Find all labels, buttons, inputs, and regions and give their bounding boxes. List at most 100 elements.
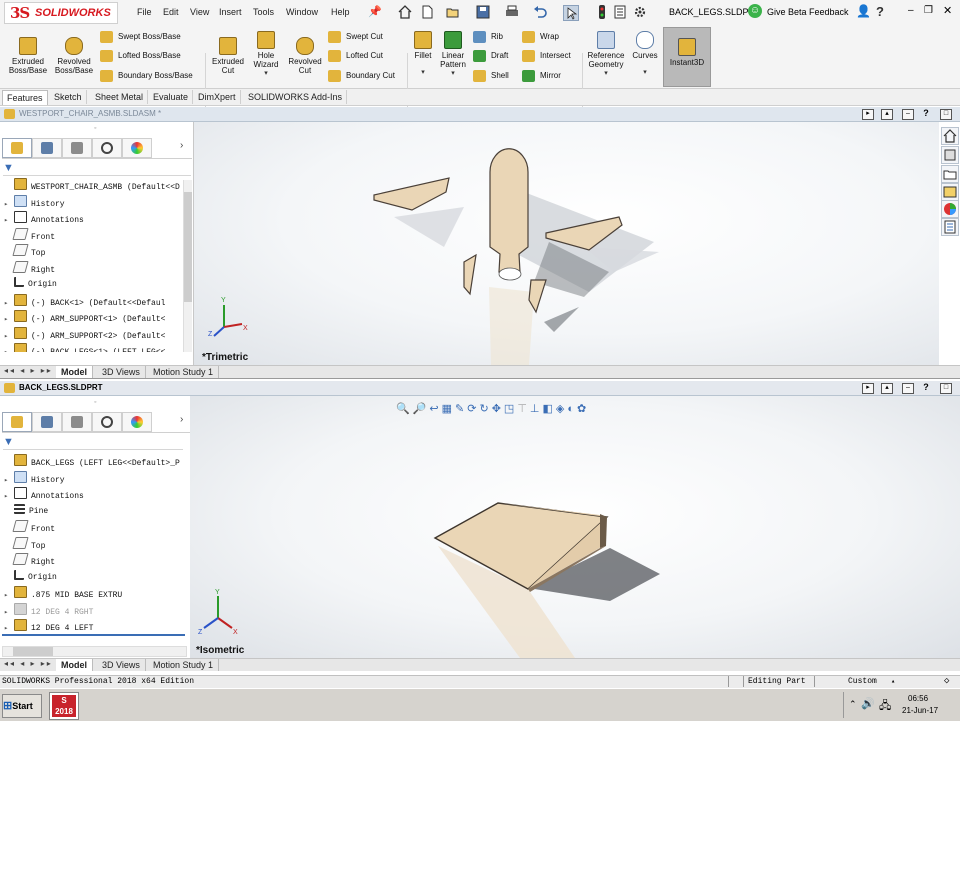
expand-arrow-icon[interactable]: ▸ xyxy=(4,214,14,228)
tab-evaluate[interactable]: Evaluate xyxy=(149,90,194,104)
expand-arrow-icon[interactable]: ▸ xyxy=(4,589,14,603)
display-manager-tab[interactable] xyxy=(122,138,152,158)
menu-window[interactable]: Window xyxy=(286,7,318,17)
expand-arrow-icon[interactable]: ▸ xyxy=(4,198,14,212)
assembly-window-titlebar[interactable]: WESTPORT_CHAIR_ASMB.SLDASM * ▸ ▴ – ? □ xyxy=(0,107,960,122)
assembly-maximize-button[interactable]: □ xyxy=(940,109,952,120)
save-icon[interactable] xyxy=(476,5,490,19)
file-properties-icon[interactable] xyxy=(613,5,627,19)
expand-arrow-icon[interactable]: ▸ xyxy=(4,297,14,311)
linear-pattern-dropdown-icon[interactable]: ▾ xyxy=(437,69,469,78)
tree-item[interactable]: Pine xyxy=(4,503,48,518)
hide-show-items-icon[interactable]: ◧ xyxy=(543,403,556,415)
edit-appearance-icon[interactable]: ◈ xyxy=(556,403,567,415)
back-leg-part-model[interactable]: Y X Z xyxy=(190,396,960,658)
tab-dimxpert[interactable]: DimXpert xyxy=(194,90,241,104)
help-button[interactable]: ? xyxy=(876,4,884,19)
menu-help[interactable]: Help xyxy=(331,7,350,17)
tree-item[interactable]: ▸ History xyxy=(4,194,65,212)
tree-item[interactable]: ▸ (-) ARM_SUPPORT<1> (Default< xyxy=(4,310,165,324)
panel-grip-icon[interactable]: ◦ xyxy=(94,399,96,406)
extruded-cut-button[interactable]: Extruded Cut xyxy=(208,37,248,75)
expand-arrow-icon[interactable]: ▸ xyxy=(4,474,14,488)
dimxpert-manager-tab[interactable] xyxy=(92,412,122,432)
pan-icon[interactable]: ✥ xyxy=(492,403,504,415)
menu-view[interactable]: View xyxy=(190,7,209,17)
tags-icon[interactable]: ◇ xyxy=(944,676,949,686)
reference-geometry-dropdown-icon[interactable]: ▾ xyxy=(584,69,628,78)
revolved-cut-button[interactable]: Revolved Cut xyxy=(285,37,325,75)
solidworks-logo[interactable]: 3S SOLIDWORKS xyxy=(4,2,118,24)
reference-geometry-button[interactable]: Reference Geometry ▾ xyxy=(584,31,628,78)
tree-item[interactable]: Origin xyxy=(4,569,57,584)
tab-motion-study-1[interactable]: Motion Study 1 xyxy=(148,659,220,671)
assembly-help-button[interactable]: ? xyxy=(921,109,931,118)
tree-item[interactable]: ▸ Annotations xyxy=(4,211,84,225)
volume-icon[interactable]: 🔊 xyxy=(861,697,875,710)
tab-sheet-metal[interactable]: Sheet Metal xyxy=(91,90,149,104)
draft-button[interactable]: Draft xyxy=(473,49,508,63)
traffic-light-icon[interactable] xyxy=(595,5,609,19)
part-tile-button[interactable]: ▴ xyxy=(881,383,893,394)
assembly-graphics-area[interactable]: Y X Z *Trimetric xyxy=(194,122,939,365)
expand-arrow-icon[interactable]: ▸ xyxy=(4,346,14,352)
restore-button[interactable]: ❐ xyxy=(924,5,933,16)
tree-item[interactable]: Front xyxy=(4,520,55,534)
hole-wizard-dropdown-icon[interactable]: ▾ xyxy=(248,69,284,78)
unit-system-dropdown[interactable]: Custom xyxy=(848,677,877,686)
part-window-titlebar[interactable]: BACK_LEGS.SLDPRT ▸ ▴ – ? □ xyxy=(0,381,960,396)
linear-pattern-button[interactable]: Linear Pattern ▾ xyxy=(437,31,469,78)
wrap-button[interactable]: Wrap xyxy=(522,30,559,44)
tree-item[interactable]: ▸ Annotations xyxy=(4,487,84,501)
tree-vertical-scrollbar[interactable] xyxy=(183,180,192,352)
print-icon[interactable] xyxy=(505,5,519,19)
feature-manager-tab[interactable] xyxy=(2,412,32,432)
part-restore-view-button[interactable]: ▸ xyxy=(862,383,874,394)
new-document-icon[interactable] xyxy=(420,5,434,19)
rollback-bar[interactable] xyxy=(2,634,185,636)
dynamic-annotation-icon[interactable]: ✎ xyxy=(455,403,467,415)
revolved-boss-button[interactable]: Revolved Boss/Base xyxy=(52,37,96,75)
shell-button[interactable]: Shell xyxy=(473,69,509,83)
tabs-more-arrow-icon[interactable]: › xyxy=(180,414,183,425)
previous-view-icon[interactable]: ↩ xyxy=(429,403,441,415)
tree-horizontal-scrollbar[interactable] xyxy=(2,646,187,657)
minimize-button[interactable]: – xyxy=(908,5,914,16)
tab-scroll-arrows-icon[interactable]: ◂◂ ◂ ▸ ▸▸ xyxy=(4,659,53,668)
curves-dropdown-icon[interactable]: ▾ xyxy=(630,68,660,77)
display-style-icon[interactable]: ⊥ xyxy=(530,403,543,415)
rotate-view-icon[interactable]: ⟳ xyxy=(467,403,479,415)
configuration-manager-tab[interactable] xyxy=(62,412,92,432)
tab-features[interactable]: Features xyxy=(2,90,48,105)
task-pane-home-button[interactable] xyxy=(941,127,959,145)
tab-solidworks-add-ins[interactable]: SOLIDWORKS Add-Ins xyxy=(244,90,348,104)
pin-icon[interactable]: 📌 xyxy=(368,5,382,18)
tree-item[interactable]: ▸ 12 DEG 4 LEFT xyxy=(4,619,93,633)
tab-sketch[interactable]: Sketch xyxy=(50,90,87,104)
filter-bar[interactable]: ▼ xyxy=(3,436,183,450)
tab-model[interactable]: Model xyxy=(56,366,93,378)
tree-item[interactable]: Right xyxy=(4,553,55,567)
options-gear-icon[interactable] xyxy=(633,5,647,19)
task-pane-file-explorer-button[interactable] xyxy=(941,165,959,183)
boundary-boss-button[interactable]: Boundary Boss/Base xyxy=(100,69,193,83)
curves-button[interactable]: Curves ▾ xyxy=(630,31,660,77)
tree-item[interactable]: ▸ (-) ARM_SUPPORT<2> (Default< xyxy=(4,326,165,344)
home-icon[interactable] xyxy=(398,5,412,19)
tree-item[interactable]: BACK_LEGS (LEFT LEG<<Default>_P xyxy=(4,454,180,468)
expand-arrow-icon[interactable]: ▸ xyxy=(4,490,14,504)
chair-assembly-model[interactable]: Y X Z xyxy=(194,122,939,365)
tree-item[interactable]: ▸ (-) BACK<1> (Default<<Defaul xyxy=(4,293,165,311)
view-settings-icon[interactable]: ✿ xyxy=(577,403,589,415)
expand-arrow-icon[interactable]: ▸ xyxy=(4,330,14,344)
undo-icon[interactable] xyxy=(533,5,547,19)
hole-wizard-button[interactable]: Hole Wizard ▾ xyxy=(248,31,284,78)
tree-item[interactable]: Top xyxy=(4,536,45,551)
rotate-about-icon[interactable]: ↻ xyxy=(479,403,491,415)
filter-bar[interactable]: ▼ xyxy=(3,162,191,176)
clock-date[interactable]: 21-Jun-17 xyxy=(902,706,938,715)
task-pane-custom-properties-button[interactable] xyxy=(941,218,959,236)
extruded-boss-button[interactable]: Extruded Boss/Base xyxy=(6,37,50,75)
swept-boss-button[interactable]: Swept Boss/Base xyxy=(100,30,181,44)
user-account-icon[interactable]: 👤 xyxy=(856,4,871,18)
